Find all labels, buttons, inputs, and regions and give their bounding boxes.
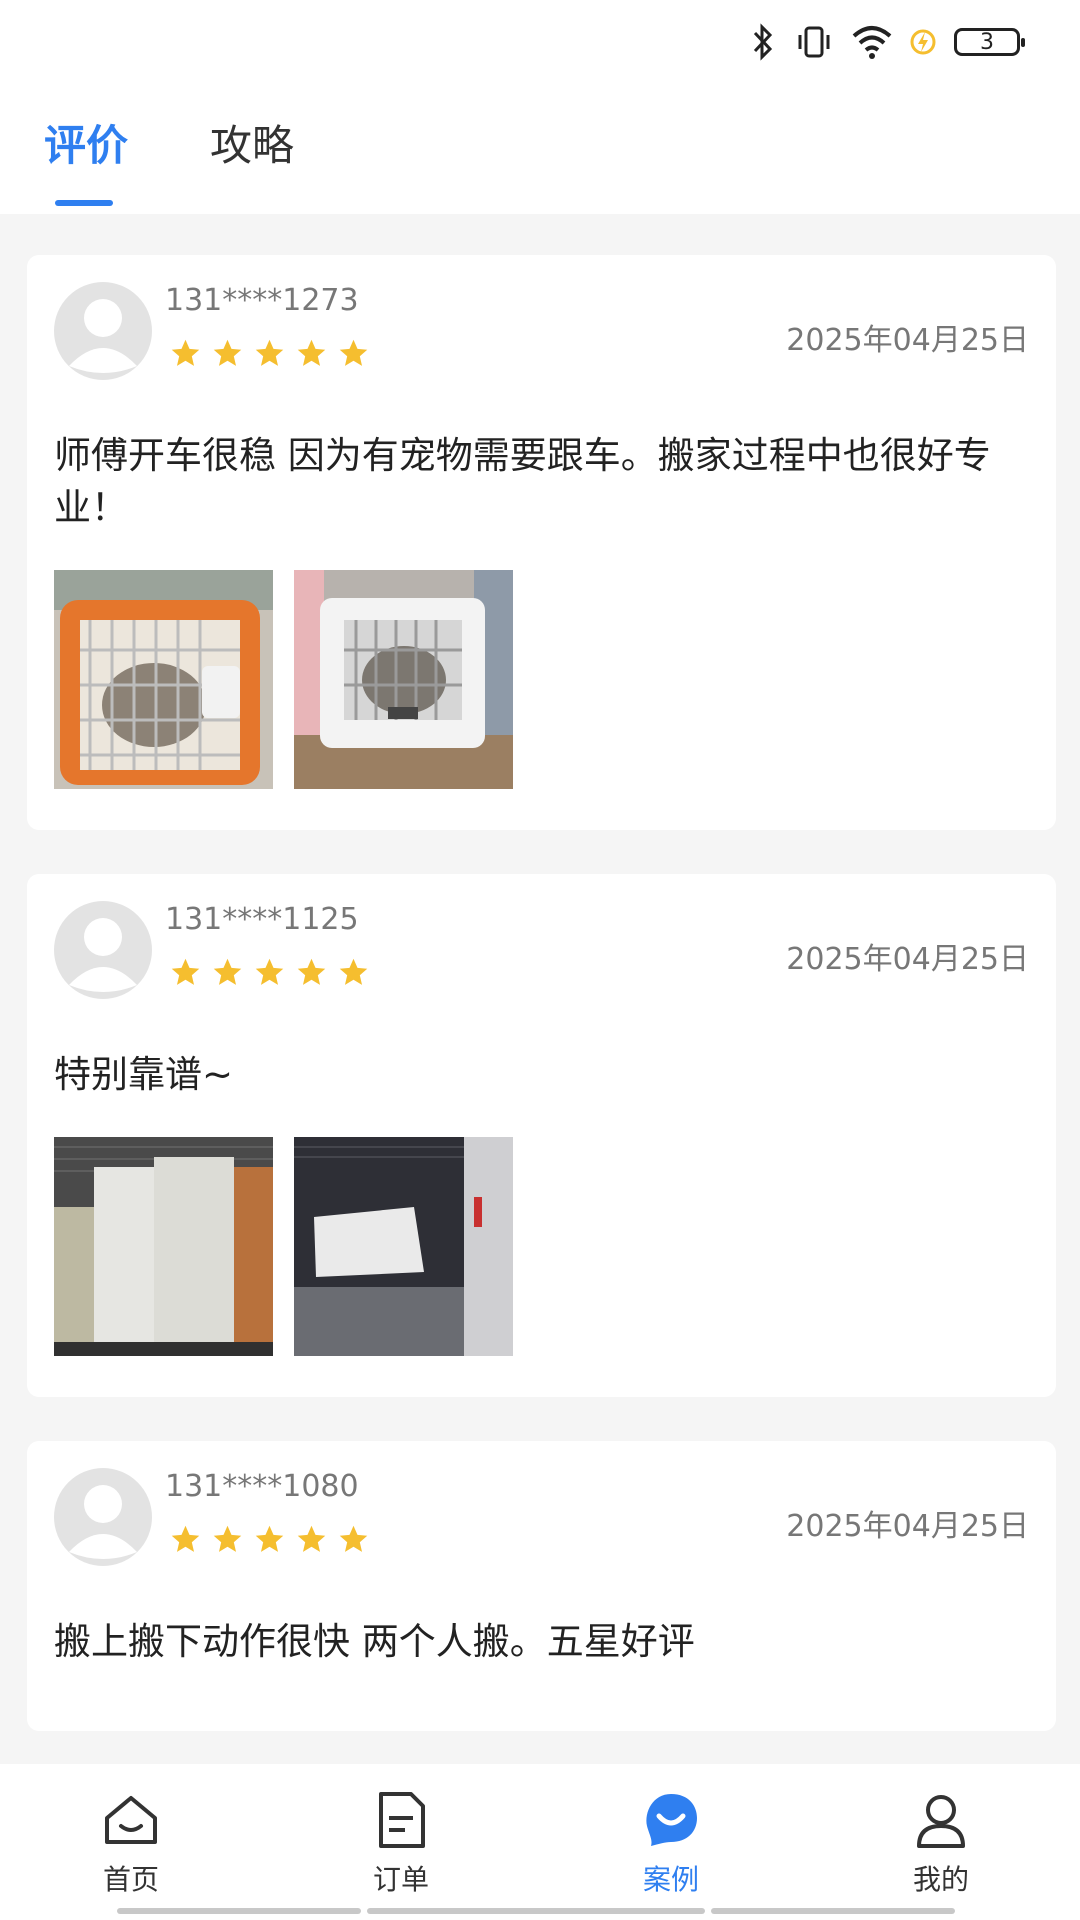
star-icon bbox=[213, 1525, 242, 1552]
default-avatar-icon bbox=[69, 1485, 137, 1559]
reviewer-phone: 131****1080 bbox=[165, 1469, 359, 1504]
review-date: 2025年04月25日 bbox=[786, 942, 1029, 977]
review-photo[interactable] bbox=[294, 1137, 513, 1356]
star-icon bbox=[171, 958, 200, 985]
star-icon bbox=[213, 339, 242, 366]
wifi-icon bbox=[852, 26, 892, 59]
charging-icon bbox=[910, 29, 936, 55]
avatar bbox=[54, 282, 152, 380]
review-photos bbox=[54, 570, 513, 789]
nav-label: 我的 bbox=[912, 1863, 969, 1896]
tab-reviews[interactable]: 评价 bbox=[44, 112, 128, 173]
orange-pet-carrier-photo bbox=[54, 570, 273, 789]
review-text: 搬上搬下动作很快 两个人搬。五星好评 bbox=[54, 1620, 695, 1663]
star-icon bbox=[339, 1525, 368, 1552]
bottom-nav: 首页 订单 案例 我的 bbox=[0, 1764, 1080, 1920]
star-icon bbox=[213, 958, 242, 985]
review-photo[interactable] bbox=[294, 570, 513, 789]
case-chat-icon bbox=[646, 1794, 697, 1846]
nav-label: 案例 bbox=[642, 1863, 699, 1896]
nav-label: 首页 bbox=[102, 1863, 159, 1896]
star-rating bbox=[169, 337, 370, 370]
battery-indicator: 3 bbox=[954, 28, 1025, 56]
nav-cases[interactable]: 案例 bbox=[611, 1790, 731, 1898]
star-icon bbox=[339, 958, 368, 985]
default-avatar-icon bbox=[69, 918, 137, 992]
review-photo[interactable] bbox=[54, 1137, 273, 1356]
nav-home[interactable]: 首页 bbox=[71, 1790, 191, 1898]
avatar bbox=[54, 901, 152, 999]
review-date: 2025年04月25日 bbox=[786, 1509, 1029, 1544]
review-date: 2025年04月25日 bbox=[786, 323, 1029, 358]
truck-cargo-photo bbox=[294, 1137, 513, 1356]
star-icon bbox=[297, 1525, 326, 1552]
gesture-bar bbox=[367, 1908, 705, 1914]
home-icon bbox=[105, 1796, 157, 1844]
gesture-bar bbox=[711, 1908, 955, 1914]
star-icon bbox=[255, 1525, 284, 1552]
avatar bbox=[54, 1468, 152, 1566]
star-icon bbox=[255, 958, 284, 985]
review-card[interactable]: 131****1125 2025年04月25日 特别靠谱~ bbox=[27, 874, 1056, 1397]
star-icon bbox=[339, 339, 368, 366]
default-avatar-icon bbox=[69, 299, 137, 373]
review-card[interactable]: 131****1080 2025年04月25日 搬上搬下动作很快 两个人搬。五星… bbox=[27, 1441, 1056, 1731]
order-icon bbox=[379, 1792, 425, 1848]
review-text: 特别靠谱~ bbox=[54, 1053, 234, 1096]
review-photo[interactable] bbox=[54, 570, 273, 789]
review-photos bbox=[54, 1137, 513, 1356]
bluetooth-icon bbox=[753, 23, 773, 61]
review-text: 师傅开车很稳 因为有宠物需要跟车。搬家过程中也很好专业！ bbox=[54, 434, 991, 529]
status-bar: 3 bbox=[0, 0, 1080, 90]
profile-icon bbox=[917, 1795, 965, 1848]
star-rating bbox=[169, 1523, 370, 1556]
status-icons: 3 bbox=[750, 22, 1025, 62]
active-tab-indicator bbox=[55, 200, 113, 206]
white-pet-carrier-photo bbox=[294, 570, 513, 789]
reviewer-phone: 131****1273 bbox=[165, 283, 359, 318]
star-icon bbox=[255, 339, 284, 366]
star-rating bbox=[169, 956, 370, 989]
gesture-bar bbox=[117, 1908, 361, 1914]
star-icon bbox=[297, 958, 326, 985]
star-icon bbox=[297, 339, 326, 366]
nav-orders[interactable]: 订单 bbox=[341, 1790, 461, 1898]
reviewer-phone: 131****1125 bbox=[165, 902, 359, 937]
star-icon bbox=[171, 1525, 200, 1552]
tab-bar: 评价 攻略 bbox=[0, 90, 1080, 214]
review-card[interactable]: 131****1273 2025年04月25日 师傅开车很稳 因为有宠物需要跟车… bbox=[27, 255, 1056, 830]
star-icon bbox=[171, 339, 200, 366]
nav-label: 订单 bbox=[372, 1863, 429, 1896]
tab-guides[interactable]: 攻略 bbox=[210, 112, 294, 173]
vibrate-icon bbox=[798, 26, 830, 58]
wrapped-furniture-photo bbox=[54, 1137, 273, 1356]
nav-profile[interactable]: 我的 bbox=[881, 1790, 1001, 1898]
